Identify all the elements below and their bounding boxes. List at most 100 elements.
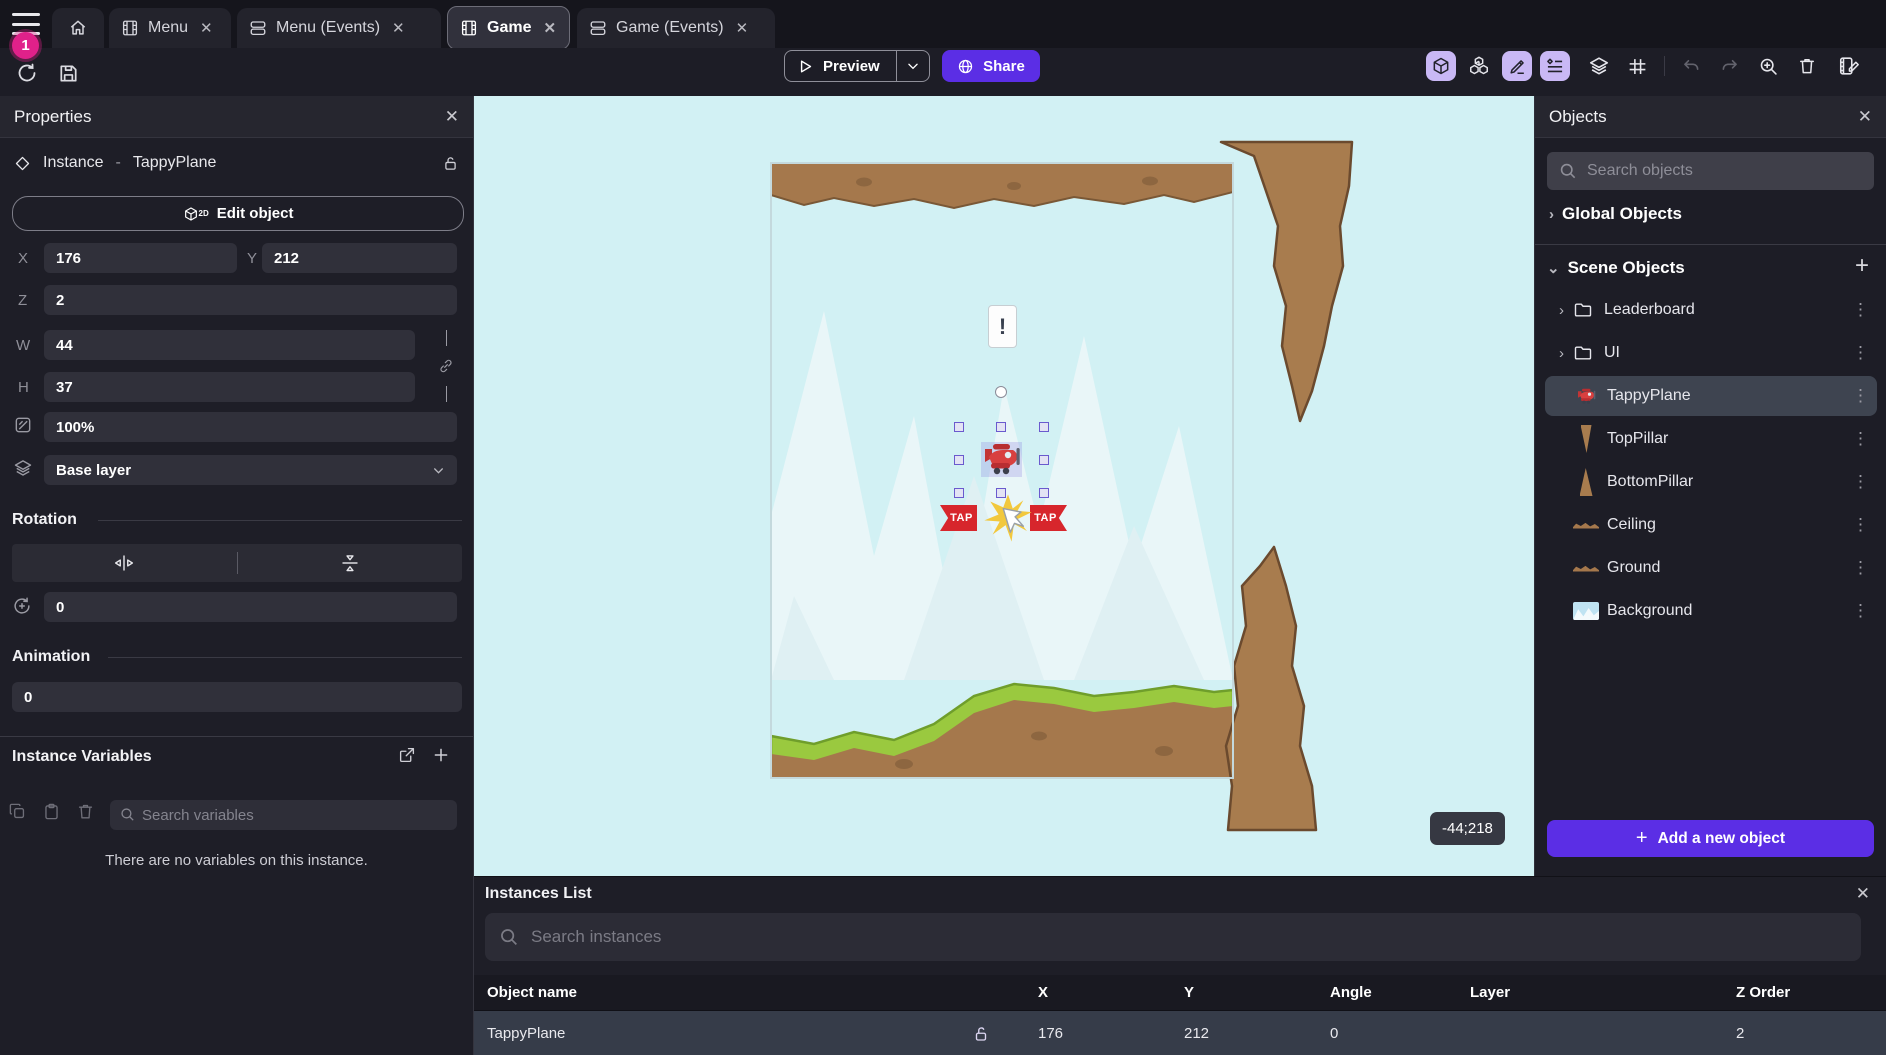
animation-input[interactable] bbox=[12, 682, 462, 712]
scene-icon bbox=[121, 19, 139, 37]
selection-handle[interactable] bbox=[954, 455, 964, 465]
close-instances-list-icon[interactable]: ✕ bbox=[1856, 884, 1870, 904]
more-options-icon[interactable]: ⋮ bbox=[1852, 429, 1869, 449]
scene-objects-row[interactable]: ⌄ Scene Objects bbox=[1547, 258, 1685, 278]
preview-button[interactable]: Preview bbox=[784, 50, 930, 82]
flip-vertical-button[interactable] bbox=[238, 544, 463, 582]
lock-icon[interactable] bbox=[442, 155, 459, 172]
tab-menu[interactable]: Menu ✕ bbox=[109, 8, 231, 48]
more-options-icon[interactable]: ⋮ bbox=[1852, 558, 1869, 578]
tab-home[interactable] bbox=[52, 8, 104, 48]
unlock-icon[interactable] bbox=[972, 1025, 990, 1043]
more-options-icon[interactable]: ⋮ bbox=[1852, 472, 1869, 492]
close-tab-icon[interactable]: ✕ bbox=[200, 19, 213, 37]
variables-search[interactable] bbox=[110, 800, 457, 830]
selection-handle[interactable] bbox=[996, 422, 1006, 432]
column-object-name[interactable]: Object name bbox=[487, 984, 577, 1001]
edit-scene-events-icon[interactable] bbox=[1834, 51, 1864, 81]
delete-variable-icon[interactable] bbox=[76, 802, 95, 821]
edit-object-button[interactable]: 2D Edit object bbox=[12, 196, 464, 231]
rotation-input[interactable] bbox=[44, 592, 457, 622]
preview-options-chevron-icon[interactable] bbox=[897, 51, 929, 81]
close-objects-icon[interactable]: ✕ bbox=[1858, 107, 1872, 127]
close-properties-icon[interactable]: ✕ bbox=[445, 107, 459, 127]
object-item-ground[interactable]: Ground ⋮ bbox=[1545, 548, 1877, 588]
rotate-handle[interactable] bbox=[995, 386, 1007, 398]
layer-select[interactable]: Base layer bbox=[44, 455, 457, 485]
y-input[interactable] bbox=[262, 243, 457, 273]
instances-search-input[interactable] bbox=[485, 913, 1861, 961]
close-tab-icon[interactable]: ✕ bbox=[736, 19, 749, 37]
close-tab-icon[interactable]: ✕ bbox=[392, 19, 405, 37]
undo-icon[interactable] bbox=[1676, 51, 1706, 81]
object-item-leaderboard[interactable]: › Leaderboard ⋮ bbox=[1545, 290, 1877, 330]
edit-mode-pencil-icon[interactable] bbox=[1502, 51, 1532, 81]
objects-search[interactable] bbox=[1547, 152, 1874, 190]
save-icon[interactable] bbox=[55, 60, 81, 86]
search-icon bbox=[119, 806, 136, 823]
object-groups-icon[interactable] bbox=[1464, 51, 1494, 81]
object-item-toppillar[interactable]: TopPillar ⋮ bbox=[1545, 419, 1877, 459]
zoom-in-icon[interactable] bbox=[1753, 51, 1783, 81]
paste-variable-icon[interactable] bbox=[42, 802, 61, 821]
column-y[interactable]: Y bbox=[1184, 984, 1194, 1001]
more-options-icon[interactable]: ⋮ bbox=[1852, 386, 1869, 406]
chevron-right-icon: › bbox=[1559, 302, 1564, 319]
object-item-background[interactable]: Background ⋮ bbox=[1545, 591, 1877, 631]
scene-canvas[interactable]: ! TAP TAP -44;218 bbox=[474, 96, 1534, 876]
open-in-window-icon[interactable] bbox=[398, 746, 416, 764]
home-icon bbox=[68, 18, 88, 38]
tab-game-events[interactable]: Game (Events) ✕ bbox=[577, 8, 775, 48]
plus-icon: + bbox=[1636, 827, 1648, 850]
copy-variable-icon[interactable] bbox=[8, 802, 27, 821]
add-new-object-label: Add a new object bbox=[1658, 830, 1785, 848]
tab-game[interactable]: Game ✕ bbox=[447, 6, 570, 50]
z-input[interactable] bbox=[44, 285, 457, 315]
more-options-icon[interactable]: ⋮ bbox=[1852, 300, 1869, 320]
object-item-tappyplane[interactable]: TappyPlane ⋮ bbox=[1545, 376, 1877, 416]
width-input[interactable] bbox=[44, 330, 415, 360]
tab-menu-events[interactable]: Menu (Events) ✕ bbox=[237, 8, 441, 48]
column-x[interactable]: X bbox=[1038, 984, 1048, 1001]
grid-icon[interactable] bbox=[1622, 51, 1652, 81]
more-options-icon[interactable]: ⋮ bbox=[1852, 343, 1869, 363]
lock-ratio-control[interactable] bbox=[432, 330, 460, 402]
height-input[interactable] bbox=[44, 372, 415, 402]
table-row-tappyplane[interactable]: TappyPlane 176 212 0 2 bbox=[474, 1011, 1886, 1055]
global-objects-row[interactable]: › Global Objects bbox=[1549, 204, 1682, 224]
x-input[interactable] bbox=[44, 243, 237, 273]
add-new-object-button[interactable]: + Add a new object bbox=[1547, 820, 1874, 857]
object-item-ui[interactable]: › UI ⋮ bbox=[1545, 333, 1877, 373]
more-options-icon[interactable]: ⋮ bbox=[1852, 601, 1869, 621]
objects-search-input[interactable] bbox=[1547, 152, 1874, 190]
column-z-order[interactable]: Z Order bbox=[1736, 984, 1790, 1001]
column-layer[interactable]: Layer bbox=[1470, 984, 1510, 1001]
selection-handle[interactable] bbox=[1039, 455, 1049, 465]
tappyplane-sprite[interactable] bbox=[979, 441, 1023, 478]
column-angle[interactable]: Angle bbox=[1330, 984, 1372, 1001]
selection-handle[interactable] bbox=[1039, 488, 1049, 498]
variables-search-input[interactable] bbox=[110, 800, 457, 830]
edit-object-label: Edit object bbox=[217, 205, 294, 222]
tab-label: Game bbox=[487, 19, 531, 37]
selection-handle[interactable] bbox=[954, 488, 964, 498]
selection-handle[interactable] bbox=[1039, 422, 1049, 432]
add-object-plus-icon[interactable]: + bbox=[1855, 252, 1869, 280]
share-button[interactable]: Share bbox=[942, 50, 1040, 82]
delete-icon[interactable] bbox=[1792, 51, 1822, 81]
add-variable-icon[interactable] bbox=[432, 746, 450, 764]
no-variables-message: There are no variables on this instance. bbox=[0, 852, 473, 869]
object-item-ceiling[interactable]: Ceiling ⋮ bbox=[1545, 505, 1877, 545]
opacity-input[interactable] bbox=[44, 412, 457, 442]
object-item-bottompillar[interactable]: BottomPillar ⋮ bbox=[1545, 462, 1877, 502]
instances-search[interactable] bbox=[485, 913, 1861, 961]
objects-panel-toggle-cube-icon[interactable] bbox=[1426, 51, 1456, 81]
close-tab-icon[interactable]: ✕ bbox=[543, 19, 556, 37]
project-sync-icon[interactable] bbox=[14, 60, 40, 86]
instances-list-panel-icon[interactable] bbox=[1540, 51, 1570, 81]
flip-horizontal-button[interactable] bbox=[12, 544, 237, 582]
layers-panel-icon[interactable] bbox=[1584, 51, 1614, 81]
more-options-icon[interactable]: ⋮ bbox=[1852, 515, 1869, 535]
selection-handle[interactable] bbox=[954, 422, 964, 432]
redo-icon[interactable] bbox=[1714, 51, 1744, 81]
